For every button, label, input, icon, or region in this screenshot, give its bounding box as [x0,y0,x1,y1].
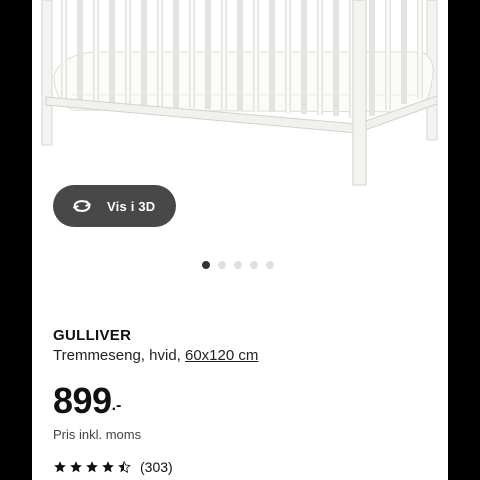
star-full-icon [85,460,99,474]
view-in-3d-button[interactable]: Vis i 3D [53,185,176,227]
price-suffix: .- [111,397,122,414]
pagination-dot[interactable] [266,261,274,269]
product-rating[interactable]: (303) [53,459,173,475]
gallery-pagination [202,261,274,269]
pagination-dot[interactable] [218,261,226,269]
product-size-link[interactable]: 60x120 cm [185,347,258,364]
rating-stars [53,460,131,474]
product-name: GULLIVER [53,327,132,344]
pagination-dot[interactable] [250,261,258,269]
pagination-dot[interactable] [202,261,210,269]
product-type: Tremmeseng, hvid, [53,347,181,364]
product-description: Tremmeseng, hvid, 60x120 cm [53,347,258,364]
rotate-3d-icon [71,198,93,214]
view-in-3d-label: Vis i 3D [107,198,156,214]
pagination-dot[interactable] [234,261,242,269]
product-image[interactable] [32,0,448,190]
product-page: Vis i 3D GULLIVER Tremmeseng, hvid, 60x1… [32,0,448,480]
review-count: (303) [140,459,173,475]
star-full-icon [101,460,115,474]
price-amount: 899 [53,380,112,421]
vat-note: Pris inkl. moms [53,427,142,442]
star-half-icon [117,460,131,474]
star-full-icon [53,460,67,474]
star-full-icon [69,460,83,474]
product-price: 899 .- [53,381,121,421]
